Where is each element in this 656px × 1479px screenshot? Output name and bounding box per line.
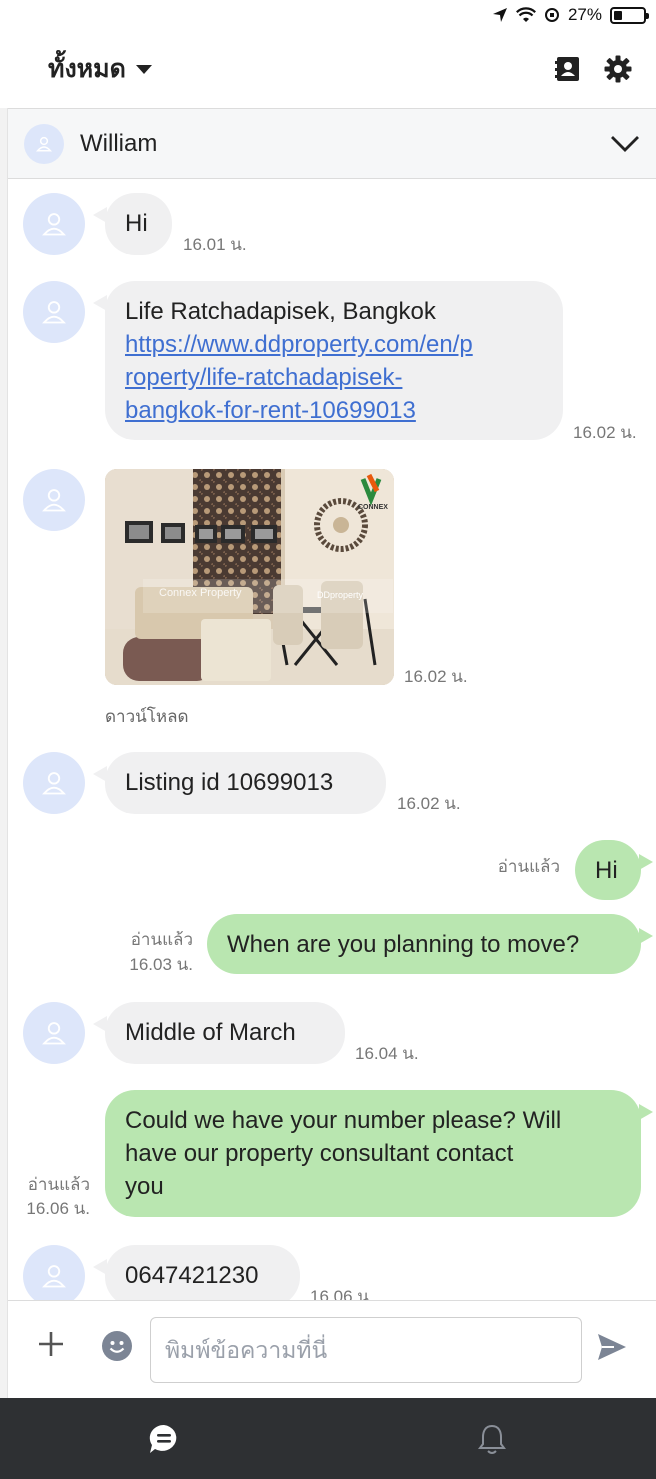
user-icon bbox=[42, 489, 66, 512]
message-text: Could we have your number please? Will bbox=[125, 1107, 562, 1134]
user-icon bbox=[42, 213, 66, 236]
avatar bbox=[24, 123, 64, 164]
side-panel-edge bbox=[0, 108, 8, 1398]
message-bubble[interactable]: Could we have your number please? Will h… bbox=[105, 1090, 653, 1217]
watermark-text: Connex Property bbox=[159, 587, 242, 599]
message-time: 16.01 น. bbox=[183, 235, 247, 254]
message-bubble[interactable]: Life Ratchadapisek, Bangkok https://www.… bbox=[93, 281, 563, 440]
message-list[interactable]: Hi 16.01 น. Life Ratchadapisek, Bangkok … bbox=[8, 179, 656, 1300]
battery-fill bbox=[614, 10, 622, 20]
conversation-bar[interactable]: William bbox=[8, 108, 656, 179]
living-room-image: CONNEX bbox=[105, 469, 394, 685]
message-bubble[interactable]: Middle of March bbox=[93, 1002, 345, 1064]
message-composer bbox=[8, 1300, 656, 1398]
bottom-navigation bbox=[0, 1398, 656, 1479]
contact-book-icon bbox=[555, 57, 579, 81]
status-bar: 27% bbox=[0, 0, 656, 30]
smiley-face-icon bbox=[109, 1341, 125, 1353]
message-time: 16.03 น. bbox=[129, 955, 193, 974]
listing-link[interactable]: https://www.ddproperty.com/en/p bbox=[125, 328, 545, 361]
contacts-button[interactable] bbox=[554, 55, 582, 83]
message-bubble[interactable]: Hi bbox=[93, 193, 172, 255]
nav-notifications[interactable] bbox=[328, 1398, 656, 1479]
user-icon bbox=[42, 301, 66, 324]
message-text: have our property consultant contact bbox=[125, 1140, 514, 1167]
message-text: Hi bbox=[125, 210, 148, 237]
battery-icon bbox=[610, 6, 649, 24]
read-status: อ่านแล้ว bbox=[27, 1175, 90, 1194]
avatar bbox=[23, 1245, 85, 1300]
conversation-name: William bbox=[80, 129, 158, 157]
message-text: 0647421230 bbox=[125, 1262, 259, 1289]
send-icon[interactable] bbox=[596, 1331, 628, 1363]
wifi-icon bbox=[515, 7, 536, 22]
user-icon bbox=[36, 136, 52, 151]
message-time: 16.02 น. bbox=[397, 794, 461, 813]
location-arrow-icon bbox=[492, 8, 507, 22]
user-icon bbox=[42, 1022, 66, 1045]
avatar bbox=[23, 281, 85, 343]
read-status: อ่านแล้ว bbox=[130, 930, 193, 949]
message-text: Middle of March bbox=[125, 1019, 296, 1046]
orientation-lock-icon bbox=[544, 8, 559, 22]
message-time: 16.06 น. bbox=[310, 1287, 374, 1300]
bell-icon bbox=[478, 1424, 506, 1454]
listing-link[interactable]: bangkok-for-rent-10699013 bbox=[125, 394, 545, 427]
filter-label: ทั้งหมด bbox=[48, 55, 126, 83]
avatar bbox=[23, 193, 85, 255]
svg-text:CONNEX: CONNEX bbox=[358, 504, 388, 511]
message-text: Hi bbox=[595, 857, 618, 884]
emoji-icon[interactable] bbox=[102, 1331, 132, 1361]
nav-chat[interactable] bbox=[0, 1398, 328, 1479]
message-time: 16.02 น. bbox=[404, 667, 468, 686]
user-icon bbox=[42, 772, 66, 795]
user-icon bbox=[42, 1265, 66, 1288]
chevron-down-icon[interactable] bbox=[610, 135, 640, 153]
listing-link[interactable]: roperty/life-ratchadapisek- bbox=[125, 361, 545, 394]
message-time: 16.02 น. bbox=[573, 423, 637, 442]
caret-down-icon bbox=[135, 64, 152, 74]
avatar bbox=[23, 1002, 85, 1064]
watermark-text: DDproperty bbox=[317, 590, 364, 600]
avatar bbox=[23, 752, 85, 814]
settings-button[interactable] bbox=[604, 55, 632, 83]
message-text: Listing id 10699013 bbox=[125, 769, 334, 796]
chat-bubble-icon bbox=[149, 1424, 177, 1453]
gear-icon bbox=[604, 55, 632, 83]
download-link[interactable]: ดาวน์โหลด bbox=[105, 703, 189, 730]
message-text: you bbox=[125, 1173, 164, 1200]
message-text: Life Ratchadapisek, Bangkok bbox=[125, 298, 436, 325]
message-bubble[interactable]: When are you planning to move? bbox=[207, 914, 653, 974]
filter-dropdown[interactable]: ทั้งหมด bbox=[48, 49, 152, 89]
message-bubble[interactable]: Listing id 10699013 bbox=[93, 752, 386, 814]
app-header: ทั้งหมด bbox=[0, 30, 656, 108]
header-actions bbox=[554, 55, 632, 83]
read-status: อ่านแล้ว bbox=[497, 857, 560, 876]
property-photo[interactable]: CONNEX Connex Property DDproperty bbox=[105, 469, 394, 685]
battery-percent: 27% bbox=[567, 5, 602, 24]
message-time: 16.06 น. bbox=[26, 1199, 90, 1218]
message-time: 16.04 น. bbox=[355, 1044, 419, 1063]
plus-icon[interactable] bbox=[36, 1329, 66, 1359]
message-text: When are you planning to move? bbox=[227, 931, 580, 958]
message-bubble[interactable]: 0647421230 bbox=[93, 1245, 300, 1300]
message-bubble[interactable]: Hi bbox=[575, 840, 653, 900]
avatar bbox=[23, 469, 85, 531]
message-input[interactable] bbox=[150, 1317, 582, 1383]
